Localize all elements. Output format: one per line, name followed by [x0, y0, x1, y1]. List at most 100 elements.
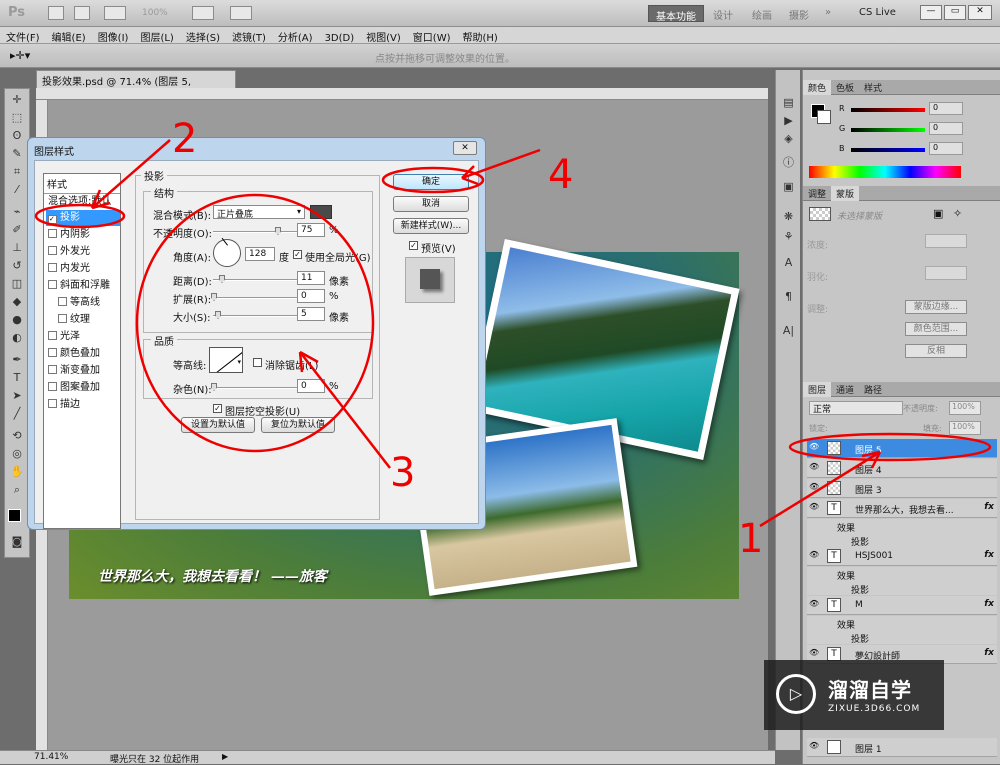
- style-outer-glow[interactable]: 外发光: [46, 244, 120, 260]
- layer-row-3[interactable]: 👁 图层 3: [807, 479, 997, 498]
- color-bg-swatch[interactable]: [817, 110, 831, 124]
- visibility-eye-icon[interactable]: 👁: [809, 442, 819, 451]
- preview-checkbox[interactable]: ✓: [409, 241, 418, 250]
- visibility-eye-icon[interactable]: 👁: [809, 648, 819, 657]
- blue-slider[interactable]: [851, 148, 925, 152]
- paint-bucket-icon[interactable]: ◆: [9, 295, 25, 309]
- workspace-photography[interactable]: 摄影: [782, 5, 816, 22]
- minimize-button[interactable]: —: [920, 5, 942, 20]
- global-light-checkbox[interactable]: ✓: [293, 250, 302, 259]
- size-slider[interactable]: [213, 315, 301, 317]
- visibility-eye-icon[interactable]: 👁: [809, 502, 819, 511]
- density-field[interactable]: [925, 234, 967, 248]
- anti-aliased-checkbox[interactable]: [253, 358, 262, 367]
- style-texture[interactable]: 纹理: [56, 312, 120, 328]
- cs-live-button[interactable]: CS Live: [852, 5, 903, 22]
- color-range-button[interactable]: 颜色范围...: [905, 322, 967, 336]
- blur-tool-icon[interactable]: ●: [9, 313, 25, 327]
- distance-slider[interactable]: [213, 279, 301, 281]
- red-value[interactable]: 0: [929, 102, 963, 115]
- dodge-tool-icon[interactable]: ◐: [9, 331, 25, 345]
- layer-opacity-field[interactable]: 100%: [949, 401, 981, 415]
- effects-row[interactable]: 效果: [807, 567, 997, 582]
- history-panel-icon[interactable]: ▤: [781, 96, 796, 110]
- eyedropper-icon[interactable]: ⁄: [9, 183, 25, 197]
- more-workspaces-icon[interactable]: »: [818, 5, 838, 22]
- size-input[interactable]: 5: [297, 307, 325, 321]
- visibility-eye-icon[interactable]: 👁: [809, 462, 819, 471]
- zoom-box[interactable]: 100%: [142, 8, 168, 18]
- dialog-close-button[interactable]: ✕: [453, 141, 477, 155]
- blue-value[interactable]: 0: [929, 142, 963, 155]
- pen-tool-icon[interactable]: ✒: [9, 353, 25, 367]
- actions-panel-icon[interactable]: ▶: [781, 114, 796, 128]
- styles-header[interactable]: 样式: [44, 174, 120, 194]
- quick-mask-icon[interactable]: ◙: [9, 535, 25, 549]
- style-bevel-emboss[interactable]: 斜面和浮雕: [46, 278, 120, 294]
- style-gradient-overlay[interactable]: 渐变叠加: [46, 363, 120, 379]
- spread-input[interactable]: 0: [297, 289, 325, 303]
- style-drop-shadow[interactable]: ✓ 投影: [46, 210, 120, 226]
- visibility-eye-icon[interactable]: 👁: [809, 550, 819, 559]
- foreground-color-swatch[interactable]: [8, 509, 21, 522]
- shadow-color-swatch[interactable]: [310, 205, 332, 219]
- layer-row-text-2[interactable]: 👁 T HSJS001 fx: [807, 547, 997, 566]
- visibility-eye-icon[interactable]: 👁: [809, 741, 819, 750]
- style-color-overlay[interactable]: 颜色叠加: [46, 346, 120, 362]
- effects-row[interactable]: 效果: [807, 519, 997, 534]
- type-tool-icon[interactable]: T: [9, 371, 25, 385]
- tab-swatches[interactable]: 色板: [831, 80, 859, 95]
- status-menu-arrow-icon[interactable]: ▶: [222, 752, 228, 761]
- green-slider[interactable]: [851, 128, 925, 132]
- spread-slider[interactable]: [213, 297, 301, 299]
- drop-shadow-row[interactable]: 投影: [807, 581, 997, 596]
- pixel-mask-icon[interactable]: ▣: [933, 207, 943, 220]
- healing-brush-icon[interactable]: ⌁: [9, 205, 25, 219]
- style-contour[interactable]: 等高线: [56, 295, 120, 311]
- new-style-button[interactable]: 新建样式(W)...: [393, 218, 469, 234]
- marquee-tool-icon[interactable]: ⬚: [9, 111, 25, 125]
- invert-button[interactable]: 反相: [905, 344, 967, 358]
- 3d-panel-icon[interactable]: ◈: [781, 132, 796, 146]
- 3d-rotate-icon[interactable]: ⟲: [9, 429, 25, 443]
- lasso-tool-icon[interactable]: ʘ: [9, 129, 25, 143]
- minibridge-icon[interactable]: [74, 6, 90, 20]
- tab-layers[interactable]: 图层: [803, 382, 832, 397]
- brush-tool-icon[interactable]: ✐: [9, 223, 25, 237]
- style-pattern-overlay[interactable]: 图案叠加: [46, 380, 120, 396]
- color-spectrum[interactable]: [809, 166, 961, 178]
- clone-stamp-icon[interactable]: ⊥: [9, 241, 25, 255]
- quick-select-icon[interactable]: ✎: [9, 147, 25, 161]
- extras-icon[interactable]: [104, 6, 126, 20]
- zoom-tool-icon[interactable]: ⌕: [9, 483, 25, 497]
- workspace-painting[interactable]: 绘画: [745, 5, 779, 22]
- move-tool-icon[interactable]: ✛: [9, 93, 25, 107]
- info-panel-icon[interactable]: ⓘ: [781, 156, 796, 170]
- drop-shadow-row[interactable]: 投影: [807, 630, 997, 645]
- path-select-icon[interactable]: ➤: [9, 389, 25, 403]
- green-value[interactable]: 0: [929, 122, 963, 135]
- blend-mode-select[interactable]: 正常: [809, 401, 903, 415]
- hand-tool-icon[interactable]: ✋: [9, 465, 25, 479]
- move-tool-preset-icon[interactable]: ▸✛▾: [10, 49, 30, 62]
- angle-dial[interactable]: [213, 237, 241, 267]
- tab-paths[interactable]: 路径: [859, 382, 887, 397]
- tab-adjustments[interactable]: 调整: [803, 186, 831, 201]
- reset-default-button[interactable]: 复位为默认值: [261, 417, 335, 433]
- feather-field[interactable]: [925, 266, 967, 280]
- knockout-checkbox[interactable]: ✓: [213, 404, 222, 413]
- character-styles-icon[interactable]: A|: [781, 324, 796, 338]
- crop-tool-icon[interactable]: ⌗: [9, 165, 25, 179]
- 3d-orbit-icon[interactable]: ◎: [9, 447, 25, 461]
- contour-picker[interactable]: ▾: [209, 347, 243, 373]
- distance-input[interactable]: 11: [297, 271, 325, 285]
- style-blend-options[interactable]: 混合选项:默认: [46, 194, 120, 210]
- noise-slider[interactable]: [213, 387, 301, 389]
- style-inner-glow[interactable]: 内发光: [46, 261, 120, 277]
- blend-mode-dropdown[interactable]: 正片叠底 ▾: [213, 205, 305, 220]
- navigator-panel-icon[interactable]: ▣: [781, 180, 796, 194]
- opacity-input[interactable]: 75: [297, 223, 325, 237]
- tab-channels[interactable]: 通道: [831, 382, 859, 397]
- bridge-icon[interactable]: [48, 6, 64, 20]
- noise-input[interactable]: 0: [297, 379, 325, 393]
